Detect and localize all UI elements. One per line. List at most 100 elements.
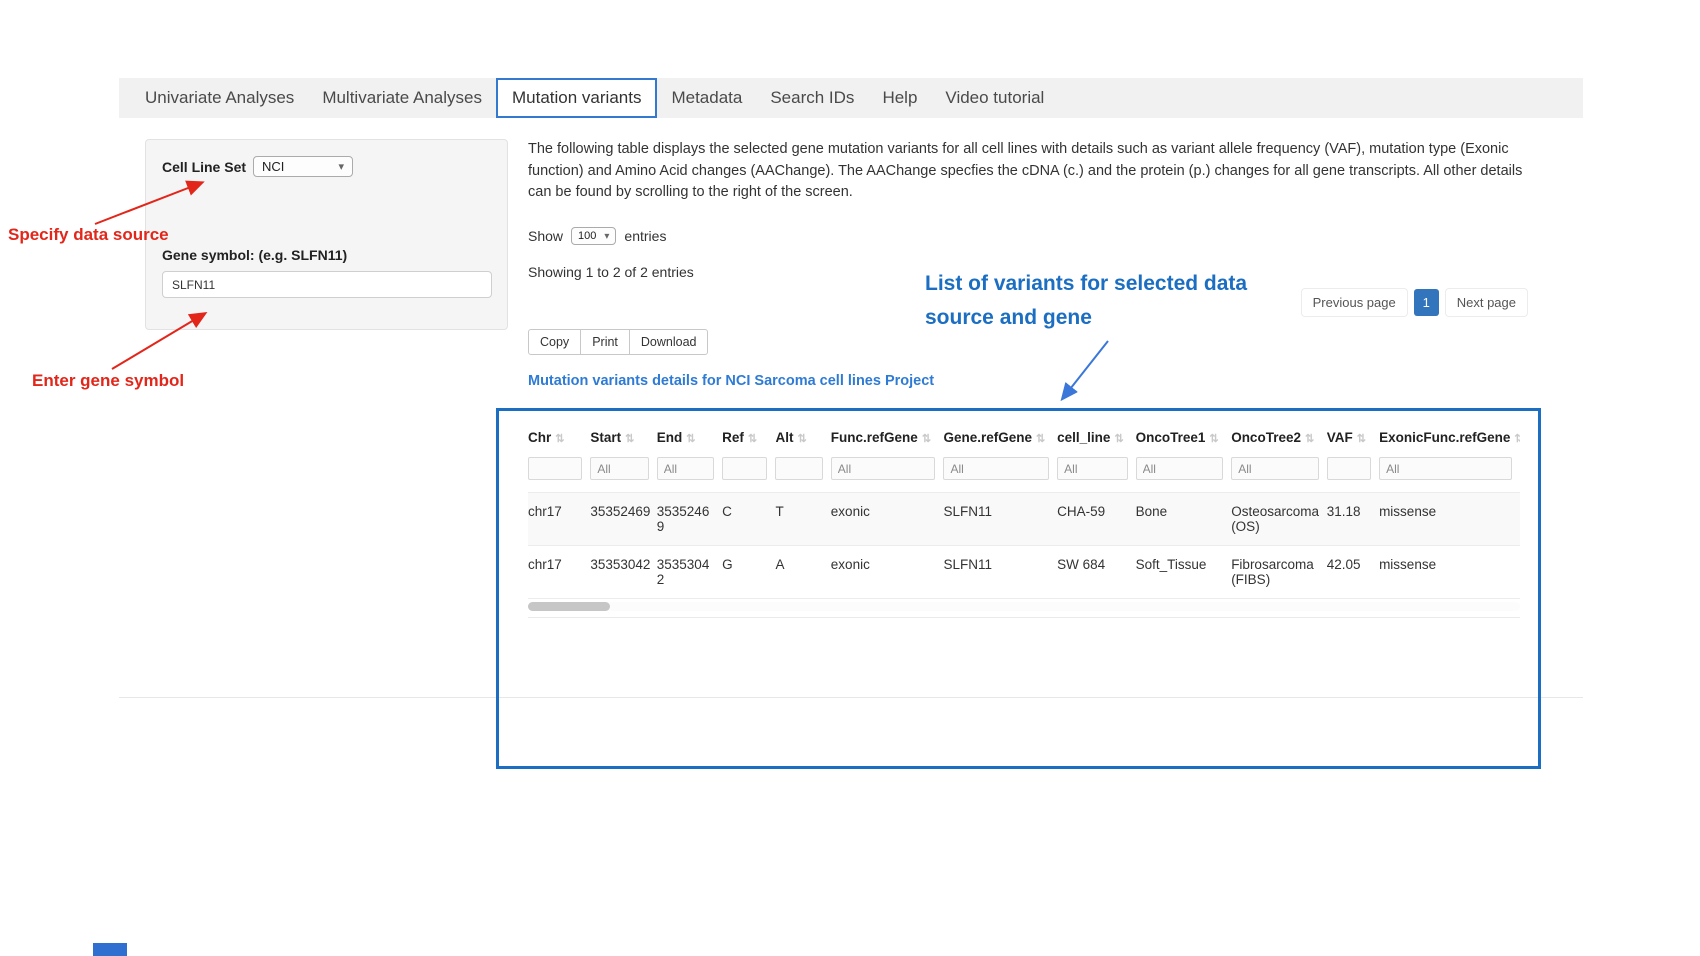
sidebar-panel: Cell Line Set NCI ▾ Gene symbol: (e.g. S… xyxy=(145,139,508,330)
table-info-text: Showing 1 to 2 of 2 entries xyxy=(528,264,694,280)
filter-input-gene-refgene[interactable] xyxy=(943,457,1049,480)
column-label: Start xyxy=(590,430,621,445)
column-label: Chr xyxy=(528,430,551,445)
cell-line-set-label: Cell Line Set xyxy=(162,159,246,175)
table-cell: 31.18 xyxy=(1327,493,1379,546)
filter-input-start[interactable] xyxy=(590,457,648,480)
table-cell: 35353042 xyxy=(657,546,722,599)
table-cell: C xyxy=(722,493,775,546)
tab-multivariate-analyses[interactable]: Multivariate Analyses xyxy=(308,78,496,118)
next-page-button[interactable]: Next page xyxy=(1445,288,1528,317)
column-header-ref[interactable]: Ref⇅ xyxy=(722,424,775,457)
filter-input-cell-line[interactable] xyxy=(1057,457,1127,480)
sort-icon: ⇅ xyxy=(1514,433,1520,445)
nav-tabs: Univariate AnalysesMultivariate Analyses… xyxy=(119,78,1583,118)
table-cell: SLFN11 xyxy=(943,493,1057,546)
entries-label: entries xyxy=(624,228,666,244)
table-filter-row xyxy=(528,457,1520,493)
filter-input-exonicfunc-refgene[interactable] xyxy=(1379,457,1512,480)
table-cell: T xyxy=(775,493,830,546)
column-header-func-refgene[interactable]: Func.refGene⇅ xyxy=(831,424,944,457)
print-button[interactable]: Print xyxy=(580,329,630,355)
sort-icon: ⇅ xyxy=(922,433,931,445)
column-header-end[interactable]: End⇅ xyxy=(657,424,722,457)
table-row: chr173535304235353042GAexonicSLFN11SW 68… xyxy=(528,546,1520,599)
copy-button[interactable]: Copy xyxy=(528,329,581,355)
table-cell: Soft_Tissue xyxy=(1136,546,1232,599)
table-cell: chr17 xyxy=(528,546,590,599)
filter-input-vaf[interactable] xyxy=(1327,457,1371,480)
table-cell: 42.05 xyxy=(1327,546,1379,599)
annotation-specify-data-source: Specify data source xyxy=(8,225,169,245)
annotation-variants-line1: List of variants for selected data xyxy=(925,267,1247,301)
column-header-exonicfunc-refgene[interactable]: ExonicFunc.refGene ⇅ xyxy=(1379,424,1520,457)
sort-icon: ⇅ xyxy=(748,433,757,445)
table-cell: 35352469 xyxy=(657,493,722,546)
column-header-cell-line[interactable]: cell_line⇅ xyxy=(1057,424,1135,457)
filter-input-oncotree1[interactable] xyxy=(1136,457,1224,480)
filter-input-end[interactable] xyxy=(657,457,714,480)
sort-icon: ⇅ xyxy=(555,433,564,445)
column-label: ExonicFunc.refGene xyxy=(1379,430,1510,445)
sort-icon: ⇅ xyxy=(797,433,806,445)
column-label: VAF xyxy=(1327,430,1353,445)
gene-symbol-input[interactable] xyxy=(162,271,492,298)
content-bottom-divider xyxy=(119,697,1583,698)
tab-univariate-analyses[interactable]: Univariate Analyses xyxy=(131,78,308,118)
table-cell: exonic xyxy=(831,546,944,599)
blue-arrow-variants-table xyxy=(1063,341,1108,398)
show-entries-control: Show 100 ▾ entries xyxy=(528,227,666,245)
column-label: OncoTree1 xyxy=(1136,430,1206,445)
filter-input-func-refgene[interactable] xyxy=(831,457,936,480)
table-cell: Fibrosarcoma (FIBS) xyxy=(1231,546,1327,599)
filter-input-ref[interactable] xyxy=(722,457,767,480)
tab-mutation-variants[interactable]: Mutation variants xyxy=(496,78,657,118)
table-cell: Osteosarcoma (OS) xyxy=(1231,493,1327,546)
table-cell: G xyxy=(722,546,775,599)
annotation-variants-line2: source and gene xyxy=(925,301,1247,335)
filter-input-chr[interactable] xyxy=(528,457,582,480)
column-label: End xyxy=(657,430,683,445)
column-header-alt[interactable]: Alt ⇅ xyxy=(775,424,830,457)
table-body: chr173535246935352469CTexonicSLFN11CHA-5… xyxy=(528,493,1520,599)
column-header-oncotree1[interactable]: OncoTree1⇅ xyxy=(1136,424,1232,457)
column-header-start[interactable]: Start⇅ xyxy=(590,424,656,457)
sort-icon: ⇅ xyxy=(686,433,695,445)
filter-input-alt[interactable] xyxy=(775,457,822,480)
variants-table: Chr⇅Start⇅End⇅Ref⇅Alt⇅Func.refGene⇅Gene.… xyxy=(528,424,1520,599)
chevron-down-icon: ▾ xyxy=(339,160,345,173)
table-cell: CHA-59 xyxy=(1057,493,1135,546)
tab-help[interactable]: Help xyxy=(868,78,931,118)
column-header-vaf[interactable]: VAF⇅ xyxy=(1327,424,1379,457)
column-label: Alt xyxy=(775,430,793,445)
variants-table-area: Chr⇅Start⇅End⇅Ref⇅Alt⇅Func.refGene⇅Gene.… xyxy=(528,424,1520,618)
download-button[interactable]: Download xyxy=(629,329,709,355)
table-cell: 35352469 xyxy=(590,493,656,546)
tab-search-ids[interactable]: Search IDs xyxy=(756,78,868,118)
chevron-down-icon: ▾ xyxy=(604,231,609,242)
column-header-chr[interactable]: Chr ⇅ xyxy=(528,424,590,457)
cell-line-set-value: NCI xyxy=(262,159,284,174)
column-header-oncotree2[interactable]: OncoTree2⇅ xyxy=(1231,424,1327,457)
entries-per-page-select[interactable]: 100 ▾ xyxy=(571,227,616,245)
sort-icon: ⇅ xyxy=(1209,433,1218,445)
horizontal-scrollbar-track[interactable] xyxy=(528,602,1520,611)
pagination: Previous page 1 Next page xyxy=(1301,288,1528,317)
dt-buttons: CopyPrintDownload xyxy=(528,329,708,355)
cell-line-set-select[interactable]: NCI ▾ xyxy=(253,156,353,177)
tab-video-tutorial[interactable]: Video tutorial xyxy=(931,78,1058,118)
current-page-button[interactable]: 1 xyxy=(1414,289,1439,316)
show-label: Show xyxy=(528,228,563,244)
filter-input-oncotree2[interactable] xyxy=(1231,457,1319,480)
sort-icon: ⇅ xyxy=(1036,433,1045,445)
table-bottom-divider xyxy=(528,617,1520,618)
partial-blue-element xyxy=(93,943,127,956)
tab-metadata[interactable]: Metadata xyxy=(657,78,756,118)
table-cell: SLFN11 xyxy=(943,546,1057,599)
table-cell: chr17 xyxy=(528,493,590,546)
previous-page-button[interactable]: Previous page xyxy=(1301,288,1408,317)
horizontal-scrollbar-thumb[interactable] xyxy=(528,602,610,611)
table-cell: exonic xyxy=(831,493,944,546)
column-header-gene-refgene[interactable]: Gene.refGene⇅ xyxy=(943,424,1057,457)
table-cell: 35353042 xyxy=(590,546,656,599)
